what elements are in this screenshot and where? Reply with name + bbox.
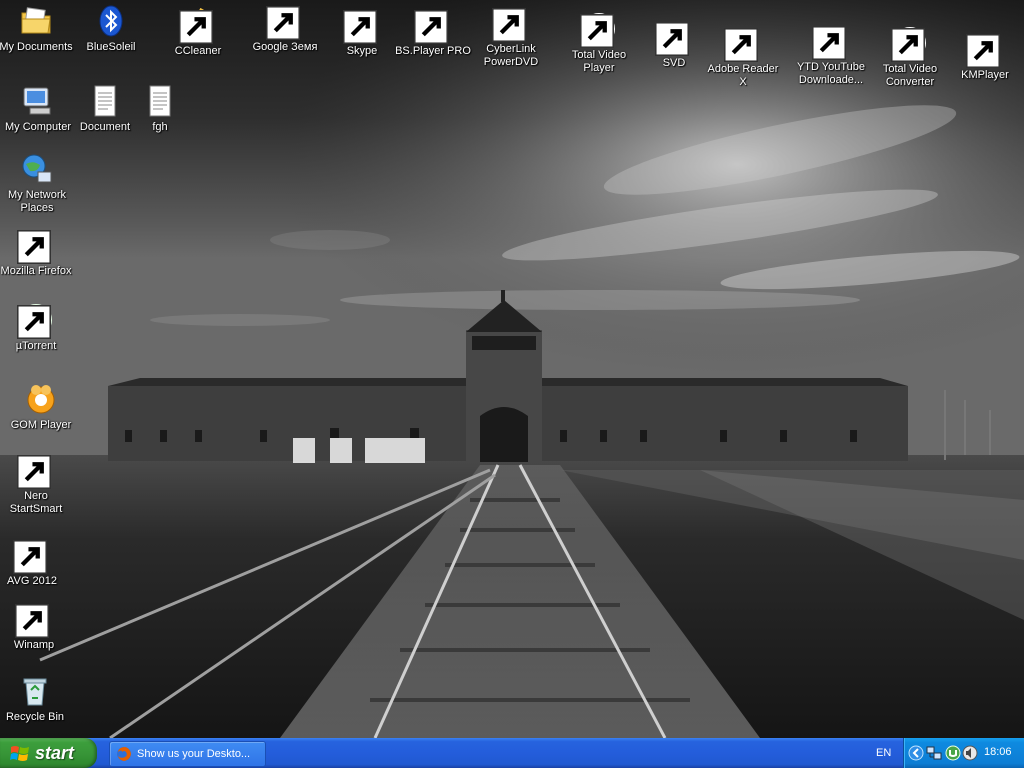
desktop-icon-label: Total Video Player [571,49,627,74]
desktop-icon-avg[interactable]: AVG 2012 [0,538,71,588]
shortcut-arrow-icon [655,22,689,56]
winamp-icon [15,602,51,638]
desktop-icon-label: Recycle Bin [5,711,65,723]
shortcut-arrow-icon [17,230,51,264]
desktop-icon-label: fgh [152,121,168,133]
desktop-icon-google-earth[interactable]: Google Земя [246,4,324,54]
converter-icon: C [891,26,927,62]
desktop-icon-total-video-converter[interactable]: CTotal Video Converter [871,26,949,89]
desktop-icon-bsplayer[interactable]: BSBS.Player PRO [394,8,472,58]
utorrent-icon[interactable] [945,745,961,761]
recycle-bin-icon [18,674,52,708]
network-icon [20,152,54,186]
desktop-icon-cyberlink[interactable]: CyberLink PowerDVD [472,6,550,69]
language-indicator[interactable]: EN [876,747,891,759]
desktop-icon-label: CCleaner [174,45,222,57]
desktop-icon-total-video-player[interactable]: Total Video Player [560,12,638,75]
desktop-icon-winamp[interactable]: Winamp [0,602,73,652]
google-earth-icon [266,4,302,40]
desktop-icon-label: Mozilla Firefox [0,265,72,277]
skype-icon: S [343,8,379,44]
shortcut-arrow-icon [414,10,448,44]
desktop-icon-label: AVG 2012 [7,575,57,587]
desktop-icon-recycle-bin[interactable]: Recycle Bin [0,674,74,724]
desktop-icon-my-network-places[interactable]: My Network Places [0,152,76,215]
shortcut-arrow-icon [179,10,213,44]
chevron-left-icon[interactable] [908,745,924,761]
text-file-icon [143,84,177,118]
firefox-icon [17,228,53,264]
bsplayer-icon: BS [414,8,450,44]
powerdvd-icon [492,6,528,42]
shortcut-arrow-icon [580,14,614,48]
desktop-icon-label: BS.Player PRO [395,45,471,57]
utorrent-icon [17,303,53,339]
desktop-icon-label: My Documents [0,41,73,53]
start-label: start [35,742,75,763]
nero-icon [17,453,53,489]
desktop-icon-firefox[interactable]: Mozilla Firefox [0,228,75,278]
shortcut-arrow-icon [492,8,526,42]
shortcut-arrow-icon [724,28,758,62]
desktop-icon-gom-player[interactable]: GOM Player [2,382,80,432]
network-icon[interactable] [926,745,942,761]
desktop-icon-bluesoleil[interactable]: BlueSoleil [72,4,150,54]
taskbar-button-firefox[interactable]: Show us your Deskto... [109,741,266,767]
desktop-icon-label: My Network Places [7,189,67,214]
desktop-icon-fgh[interactable]: fgh [121,84,199,134]
desktop-icon-label: KMPlayer [961,69,1009,81]
start-button[interactable]: start [0,738,97,768]
bluetooth-icon [94,4,128,38]
gom-icon [24,382,58,416]
desktop-icon-svd[interactable]: SVD [635,20,713,70]
shortcut-arrow-icon [17,455,51,489]
desktop-icon-label: YTD YouTube Downloade... [796,61,866,86]
desktop-icon-skype[interactable]: SSkype [323,8,401,58]
system-tray: 18:06 [903,738,1024,768]
desktop-icon-label: GOM Player [10,419,72,431]
desktop-icon-utorrent[interactable]: µTorrent [0,303,75,353]
desktop-icon-kmplayer[interactable]: KMPlayer [946,32,1024,82]
desktop-icon-my-documents[interactable]: My Documents [0,4,75,54]
shortcut-arrow-icon [15,604,49,638]
desktop-icon-label: CyberLink PowerDVD [483,43,539,68]
windows-logo-icon [10,746,29,761]
desktop-icon-label: Skype [346,45,378,57]
desktop-icon-label: Google Земя [252,41,318,53]
volume-icon[interactable] [962,745,978,761]
desktop-icon-label: µTorrent [15,340,57,352]
pdf-icon [724,26,760,62]
play-circle-icon [580,12,616,48]
download-icon [812,24,848,60]
kmplayer-icon [966,32,1002,68]
desktop-icon-label: Adobe Reader X [707,63,779,88]
desktop-icon-ccleaner[interactable]: CCleaner [159,8,237,58]
firefox-icon [117,747,131,761]
desktop-icon-label: BlueSoleil [86,41,136,53]
shortcut-arrow-icon [966,34,1000,68]
shortcut-arrow-icon [13,540,47,574]
desktop: My Documents BlueSoleil CCleaner Google Зем… [0,0,1024,738]
desktop-icon-label: Winamp [13,639,55,651]
desktop-icon-nero[interactable]: Nero StartSmart [0,453,75,516]
shortcut-arrow-icon [17,305,51,339]
clock[interactable]: 18:06 [984,746,1012,758]
shortcut-arrow-icon [891,28,925,62]
ccleaner-icon [179,8,215,44]
shortcut-arrow-icon [812,26,846,60]
desktop-icon-label: SVD [662,57,686,69]
shortcut-arrow-icon [343,10,377,44]
avg-icon [13,538,49,574]
computer-icon [21,84,55,118]
desktop-icon-ytd[interactable]: YTD YouTube Downloade... [792,24,870,87]
taskbar: start Show us your Deskto... EN 18:06 [0,738,1024,768]
svd-icon [655,20,691,56]
desktop-icon-adobe-reader[interactable]: Adobe Reader X [704,26,782,89]
taskbar-button-label: Show us your Deskto... [137,748,251,760]
text-file-icon [88,84,122,118]
desktop-icon-label: Total Video Converter [882,63,938,88]
desktop-icon-label: Nero StartSmart [9,490,63,515]
folder-documents-icon [19,4,53,38]
shortcut-arrow-icon [266,6,300,40]
